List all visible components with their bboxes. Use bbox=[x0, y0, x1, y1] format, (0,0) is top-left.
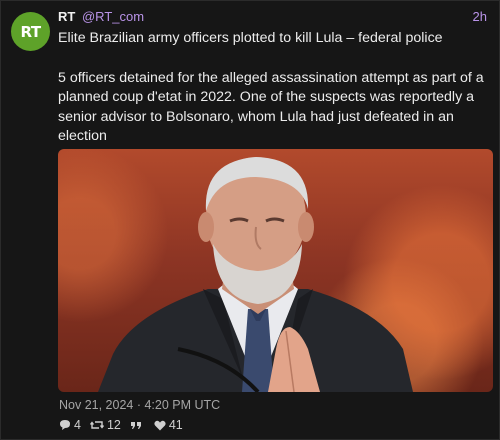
relative-time[interactable]: 2h bbox=[473, 9, 487, 24]
like-count: 41 bbox=[168, 418, 183, 432]
engagement-bar: 4 12 41 bbox=[59, 418, 192, 432]
like-stat[interactable]: 41 bbox=[154, 418, 183, 432]
reply-count: 4 bbox=[74, 418, 81, 432]
post-headline: Elite Brazilian army officers plotted to… bbox=[58, 30, 443, 46]
post-image[interactable] bbox=[58, 149, 493, 392]
post-timestamp[interactable]: Nov 21, 2024 · 4:20 PM UTC bbox=[59, 398, 220, 412]
quote-icon bbox=[130, 422, 141, 429]
reply-stat[interactable]: 4 bbox=[59, 418, 81, 432]
repost-count: 12 bbox=[106, 418, 121, 432]
repost-stat[interactable]: 12 bbox=[89, 418, 121, 432]
reply-icon bbox=[60, 420, 70, 430]
like-icon bbox=[154, 420, 166, 430]
post-card: RT RT @RT_com 2h Elite Brazilian army of… bbox=[0, 0, 500, 440]
avatar[interactable]: RT bbox=[11, 12, 50, 51]
author-handle[interactable]: @RT_com bbox=[82, 9, 144, 24]
post-body: 5 officers detained for the alleged assa… bbox=[58, 69, 484, 145]
post-text: Elite Brazilian army officers plotted to… bbox=[58, 29, 488, 147]
man-portrait-illustration bbox=[98, 157, 413, 392]
post-header: RT @RT_com bbox=[58, 9, 144, 25]
repost-icon bbox=[89, 421, 104, 429]
author-name[interactable]: RT bbox=[58, 9, 75, 24]
quote-stat[interactable] bbox=[130, 419, 145, 431]
avatar-logo-text: RT bbox=[20, 22, 41, 41]
